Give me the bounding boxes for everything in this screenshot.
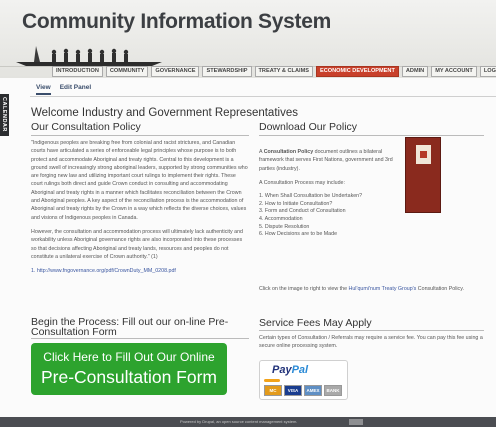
list-item: 6. How Decisions are to be Made xyxy=(259,231,338,238)
footer-badge[interactable] xyxy=(349,419,363,425)
process-steps-list: 1. When Shall Consultation be Undertaken… xyxy=(259,193,399,239)
nav-item-community[interactable]: Community xyxy=(105,66,149,77)
consultation-policy-heading: Our Consultation Policy xyxy=(31,121,141,133)
heading-underline xyxy=(31,338,249,339)
paypal-swoosh-icon xyxy=(264,379,280,382)
calendar-side-tab[interactable]: CALENDAR xyxy=(0,94,9,136)
service-fees-text: Certain types of Consultation / Referral… xyxy=(259,335,483,350)
policy-intro-paragraph: A Consultation Policy document outlines … xyxy=(259,149,393,172)
list-item: 4. Accommodation xyxy=(259,215,303,222)
bank-icon: BANK xyxy=(324,385,342,396)
nav-item-logout[interactable]: Logout xyxy=(479,66,496,77)
nav-item-stewardship[interactable]: Stewardship xyxy=(202,66,252,77)
button-line-2: Pre-Consultation Form xyxy=(40,367,218,387)
service-fees-heading: Service Fees May Apply xyxy=(259,317,372,329)
policy-document-cover-image[interactable] xyxy=(405,137,441,213)
treaty-group-link[interactable]: Hul'qumi'num Treaty Group's xyxy=(349,286,417,292)
download-policy-heading: Download Our Policy xyxy=(259,121,358,133)
site-footer: Powered by Drupal, an open source conten… xyxy=(0,417,496,427)
nav-item-admin[interactable]: Admin xyxy=(401,66,429,77)
sub-tabs: View Edit Panel xyxy=(36,84,100,95)
site-title[interactable]: Community Information System xyxy=(22,10,331,34)
pre-consultation-form-button[interactable]: Click Here to Fill Out Our Online Pre-Co… xyxy=(31,343,227,395)
heading-underline xyxy=(31,135,249,136)
consultation-policy-text: "Indigenous peoples are breaking free fr… xyxy=(31,139,249,281)
list-item: 3. Form and Conduct of Consultation xyxy=(259,208,346,215)
nav-item-treaty-claims[interactable]: Treaty & Claims xyxy=(254,66,313,77)
consultation-policy-bold: Consultation Policy xyxy=(263,149,314,155)
consultation-quote-paragraph: "Indigenous peoples are breaking free fr… xyxy=(31,140,248,221)
view-policy-text: Click on the image to right to view the … xyxy=(259,286,464,292)
list-item: 5. Dispute Resolution xyxy=(259,223,310,230)
paypal-logo: PayPal xyxy=(272,364,309,376)
begin-process-heading: Begin the Process: Fill out our on-line … xyxy=(31,316,229,338)
amex-icon: AMEX xyxy=(304,385,322,396)
heading-underline xyxy=(259,135,484,136)
process-intro-text: A Consultation Process may include: xyxy=(259,179,345,186)
crown-duty-reference-link[interactable]: 1. http://www.fngovernance.org/pdf/Crown… xyxy=(31,268,176,274)
heading-underline xyxy=(259,330,484,331)
tab-view[interactable]: View xyxy=(36,84,51,95)
tab-edit-panel[interactable]: Edit Panel xyxy=(60,84,91,95)
consultation-governance-paragraph: However, the consultation and accommodat… xyxy=(31,228,243,260)
mastercard-icon: MC xyxy=(264,385,282,396)
nav-item-economic-development[interactable]: Economic Development xyxy=(315,66,399,77)
main-navigation: Introduction Community Governance Stewardsh… xyxy=(52,66,496,78)
sub-tabs-divider xyxy=(30,96,496,97)
calendar-tab-label: CALENDAR xyxy=(1,97,7,132)
nav-item-introduction[interactable]: Introduction xyxy=(52,66,103,77)
footer-text: Powered by Drupal, an open source conten… xyxy=(180,419,298,424)
page-title: Welcome Industry and Government Represen… xyxy=(31,107,298,119)
paypal-payment-button[interactable]: PayPal MC VISA AMEX BANK xyxy=(259,360,348,400)
nav-item-my-account[interactable]: My Account xyxy=(431,66,477,77)
download-policy-text: A Consultation Policy document outlines … xyxy=(259,148,399,245)
list-item: 2. How to Initiate Consultation? xyxy=(259,200,333,207)
nav-item-governance[interactable]: Governance xyxy=(151,66,200,77)
button-line-1: Click Here to Fill Out Our Online xyxy=(43,350,215,364)
document-emblem-icon xyxy=(416,145,431,164)
visa-icon: VISA xyxy=(284,385,302,396)
accepted-cards: MC VISA AMEX BANK xyxy=(264,385,344,396)
list-item: 1. When Shall Consultation be Undertaken… xyxy=(259,193,363,200)
page: Community Information System Introductio… xyxy=(0,0,496,427)
